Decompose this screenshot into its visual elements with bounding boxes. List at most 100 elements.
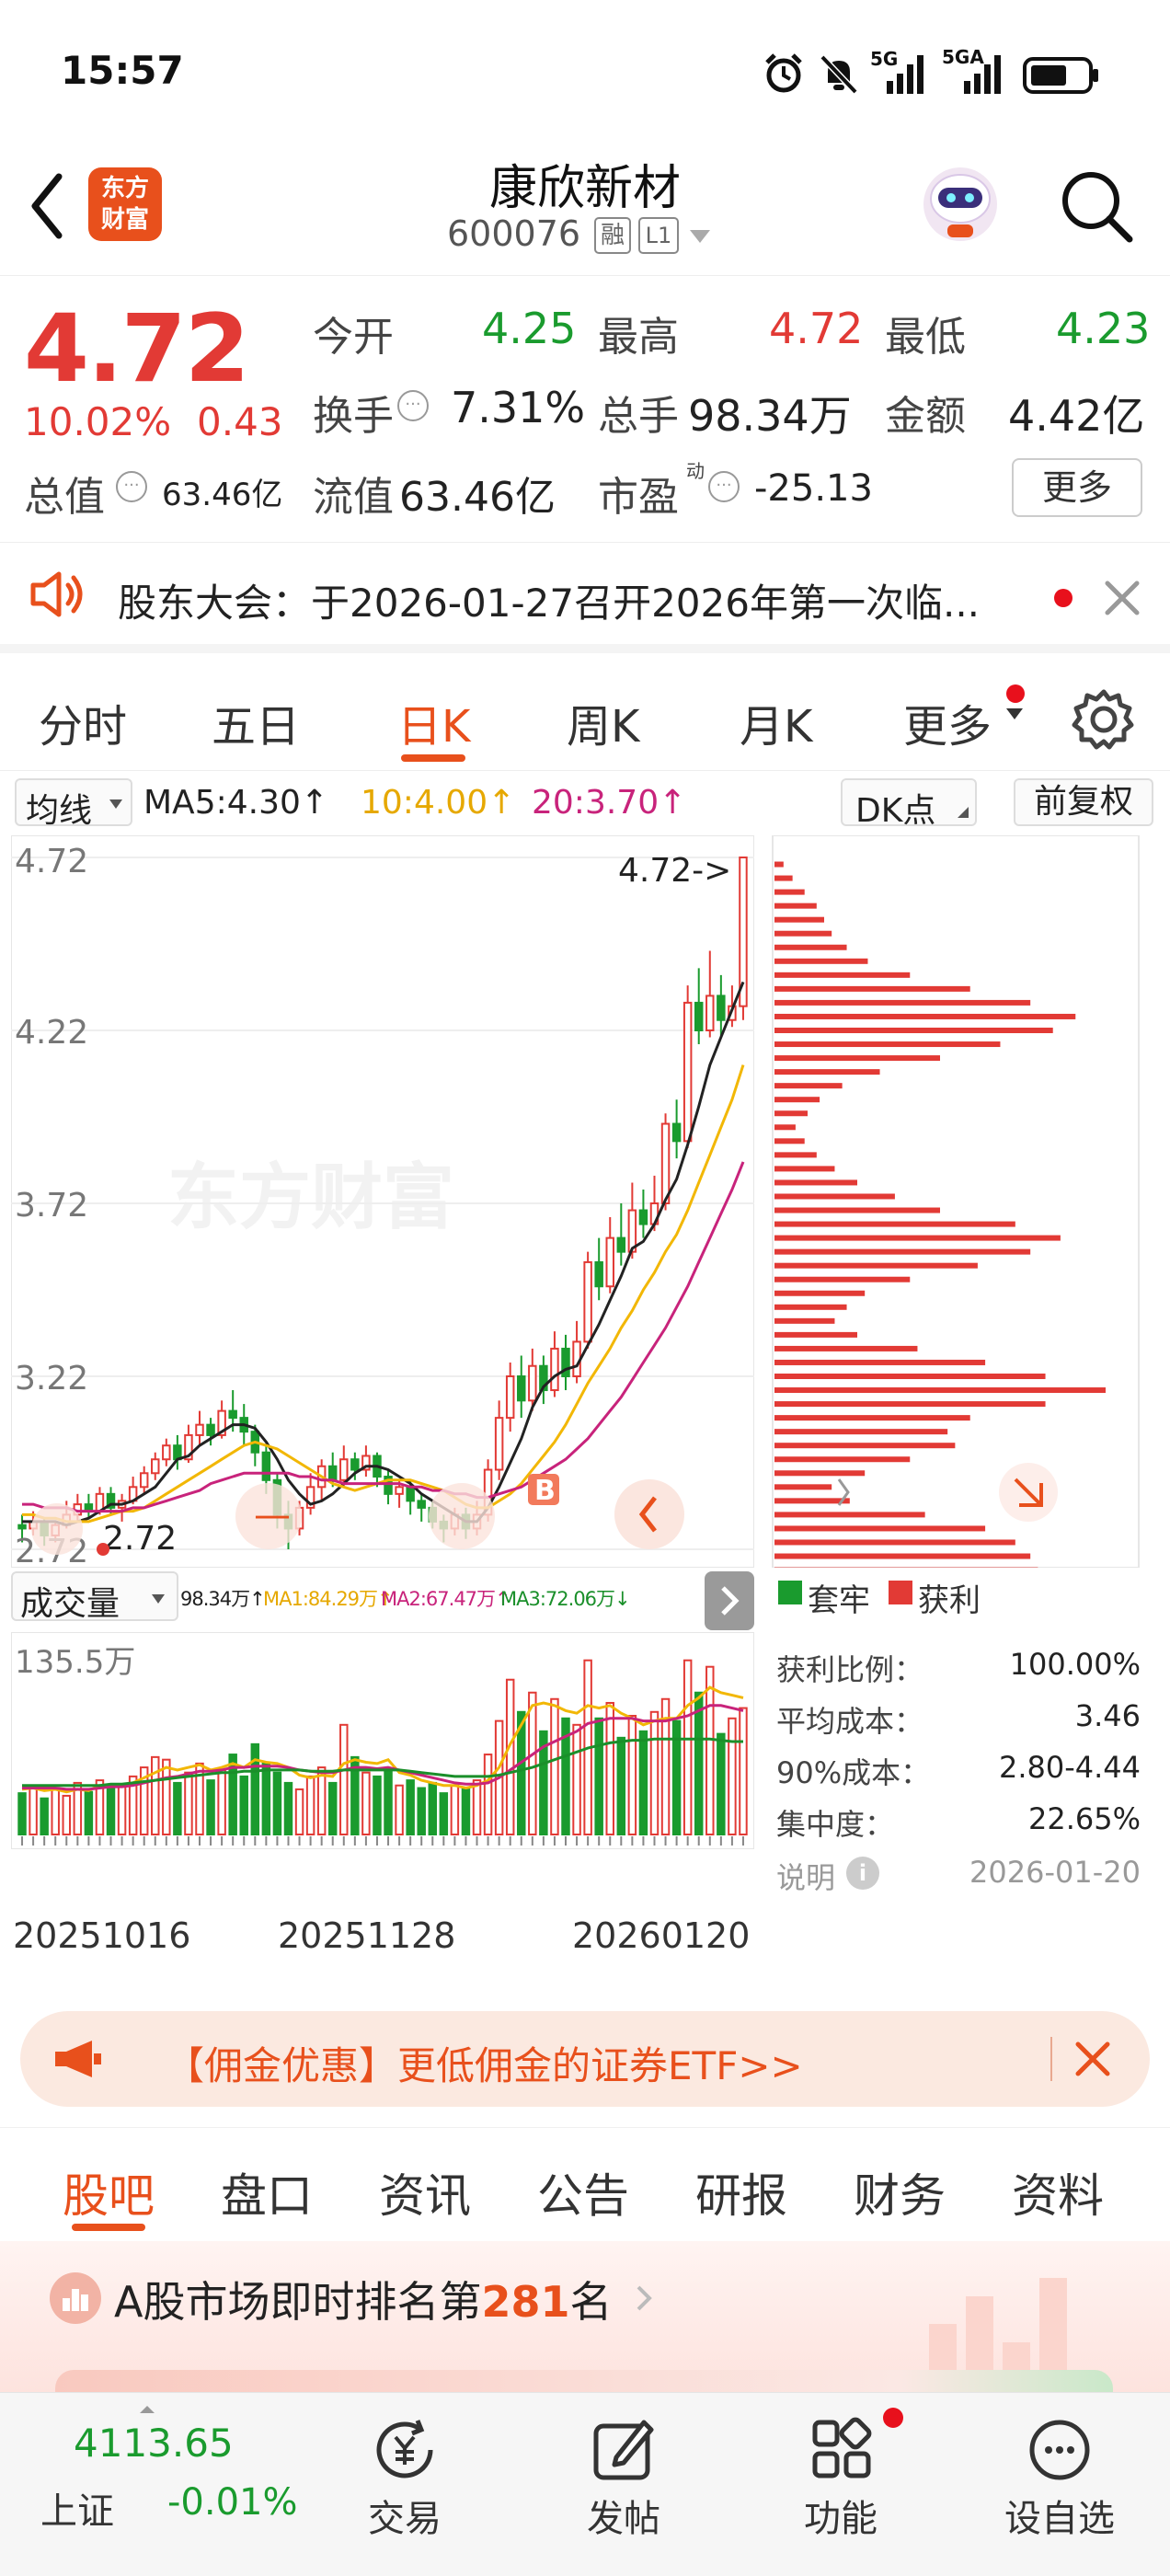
more-quote-button[interactable]: 更多 [1012, 458, 1142, 517]
candle-body [339, 1458, 349, 1481]
tab-more[interactable]: 更多 [903, 690, 992, 754]
ma-select-label: 均线 [26, 792, 93, 830]
nav-left-bubble[interactable] [31, 1503, 83, 1555]
price-tick-label: 3.22 [15, 1360, 88, 1397]
tab-monthly-k[interactable]: 月K [740, 690, 812, 754]
volume-chart[interactable]: 135.5万 [11, 1632, 754, 1849]
more-dropdown-icon [1006, 708, 1023, 719]
rank-chevron-icon[interactable] [635, 2283, 655, 2313]
volume-bar [627, 1714, 637, 1835]
alarm-icon [765, 53, 802, 93]
settings-gear-icon[interactable] [1071, 686, 1137, 753]
post-edit-icon[interactable] [589, 2415, 659, 2485]
note-label[interactable]: 说明 [776, 1855, 835, 1897]
turnover-value: 7.31% [451, 383, 586, 432]
legend-trapped-swatch [778, 1581, 802, 1604]
tab-research[interactable]: 研报 [695, 2159, 787, 2225]
low-value: 4.23 [1056, 304, 1151, 353]
pe-info-icon[interactable]: ··· [708, 471, 740, 502]
volume-ma1: MA1:84.29万↑ [263, 1588, 394, 1610]
avg-cost-value: 3.46 [1074, 1698, 1141, 1733]
tab-five-day[interactable]: 五日 [212, 690, 300, 754]
volume-bar [572, 1723, 581, 1835]
chip-bar [774, 1484, 832, 1490]
tab-financials[interactable]: 财务 [854, 2159, 946, 2225]
promo-text[interactable]: 【佣金优惠】更低佣金的证券ETF>> [166, 2035, 803, 2091]
notice-bar[interactable]: 股东大会：于2026-01-27召开2026年第一次临... [0, 545, 1170, 653]
more-red-dot [1006, 684, 1025, 703]
candle-body [505, 1375, 515, 1420]
tab-announcements[interactable]: 公告 [537, 2159, 629, 2225]
dk-point-select[interactable]: DK点 [841, 778, 977, 830]
dropdown-triangle-icon[interactable] [688, 228, 712, 245]
concentration-value: 22.65% [1027, 1801, 1141, 1836]
volume-bar [162, 1758, 171, 1835]
high-price-marker: 4.72-> [618, 852, 731, 890]
trade-label[interactable]: 交易 [313, 2489, 497, 2542]
volume-bar [638, 1730, 648, 1835]
rank-card[interactable]: A股市场即时排名第281名 [0, 2241, 1170, 2392]
chip-bar [774, 1138, 805, 1144]
turnover-info-icon[interactable]: ··· [397, 390, 429, 421]
tab-news[interactable]: 资讯 [379, 2159, 471, 2225]
tab-guba[interactable]: 股吧 [63, 2159, 155, 2225]
promo-banner[interactable]: 【佣金优惠】更低佣金的证券ETF>> [20, 2011, 1150, 2107]
margin-badge: 融 [594, 217, 631, 254]
pan-bubble-2[interactable] [429, 1483, 495, 1549]
tab-weekly-k[interactable]: 周K [567, 690, 639, 754]
rank-text[interactable]: A股市场即时排名第281名 [114, 2269, 613, 2329]
kline-chart[interactable]: 东方财富 4.724.223.723.222.72 4.72-> 2.72 — … [11, 835, 754, 1568]
volume-label: 总手 [598, 393, 679, 440]
volume-bar [505, 1678, 515, 1836]
content-tabs: 股吧 盘口 资讯 公告 研报 财务 资料 [0, 2127, 1170, 2239]
date-start: 20251016 [13, 1915, 191, 1956]
app-logo[interactable]: 东方 财富 [88, 167, 162, 241]
volume-bar [51, 1788, 60, 1836]
info-icon[interactable]: i [846, 1857, 879, 1890]
adjust-select[interactable]: 前复权 [1014, 778, 1153, 826]
volume-bar [739, 1707, 748, 1835]
tab-order-book[interactable]: 盘口 [221, 2159, 313, 2225]
index-name[interactable]: 上证 [40, 2481, 114, 2535]
search-icon[interactable] [1056, 166, 1137, 247]
promo-close-icon[interactable] [1072, 2039, 1113, 2079]
post-label[interactable]: 发帖 [532, 2489, 716, 2542]
profit-ratio-label: 获利比例： [776, 1652, 924, 1687]
function-red-dot [883, 2408, 903, 2428]
function-label[interactable]: 功能 [749, 2489, 933, 2542]
chip-bar [774, 1207, 940, 1213]
expand-panel-button[interactable] [705, 1571, 754, 1630]
tab-profile[interactable]: 资料 [1012, 2159, 1104, 2225]
tab-minute[interactable]: 分时 [39, 690, 127, 754]
chip-bar [774, 1248, 1031, 1255]
tab-daily-k[interactable]: 日K [397, 690, 470, 754]
chip-distribution-chart[interactable] [771, 835, 1141, 1568]
index-change[interactable]: -0.01% [167, 2481, 298, 2524]
function-grid-icon[interactable] [808, 2415, 878, 2485]
notice-text[interactable]: 股东大会：于2026-01-27召开2026年第一次临... [118, 572, 980, 628]
chip-bar [774, 1429, 948, 1435]
market-cap-info-icon[interactable]: ··· [116, 471, 147, 502]
ma-select[interactable]: 均线 [15, 778, 132, 830]
volume-bar [106, 1787, 116, 1835]
back-arrow-icon[interactable] [24, 169, 70, 243]
watermark-text: 东方财富 [167, 1156, 454, 1239]
level-badge: L1 [638, 217, 679, 254]
amount-value: 4.42亿 [1008, 391, 1145, 441]
index-value[interactable]: 4113.65 [74, 2421, 234, 2466]
price-tick-label: 3.72 [15, 1187, 88, 1225]
trade-yen-icon[interactable] [370, 2415, 440, 2485]
chip-bar [774, 1013, 1076, 1019]
prev-bubble[interactable] [614, 1479, 684, 1549]
close-icon[interactable] [1102, 578, 1142, 618]
volume-bar [616, 1736, 626, 1835]
chip-date: 2026-01-20 [969, 1855, 1141, 1890]
chip-bar [774, 1470, 866, 1477]
candle-body [162, 1444, 171, 1461]
volume-indicator-select[interactable]: 成交量 [11, 1571, 178, 1623]
market-cap-label: 总值 [24, 474, 105, 521]
watchlist-label[interactable]: 设自选 [968, 2489, 1152, 2542]
watchlist-chat-icon[interactable] [1025, 2415, 1095, 2485]
robot-assistant-icon[interactable] [914, 156, 1006, 248]
volume-bar [272, 1771, 282, 1835]
